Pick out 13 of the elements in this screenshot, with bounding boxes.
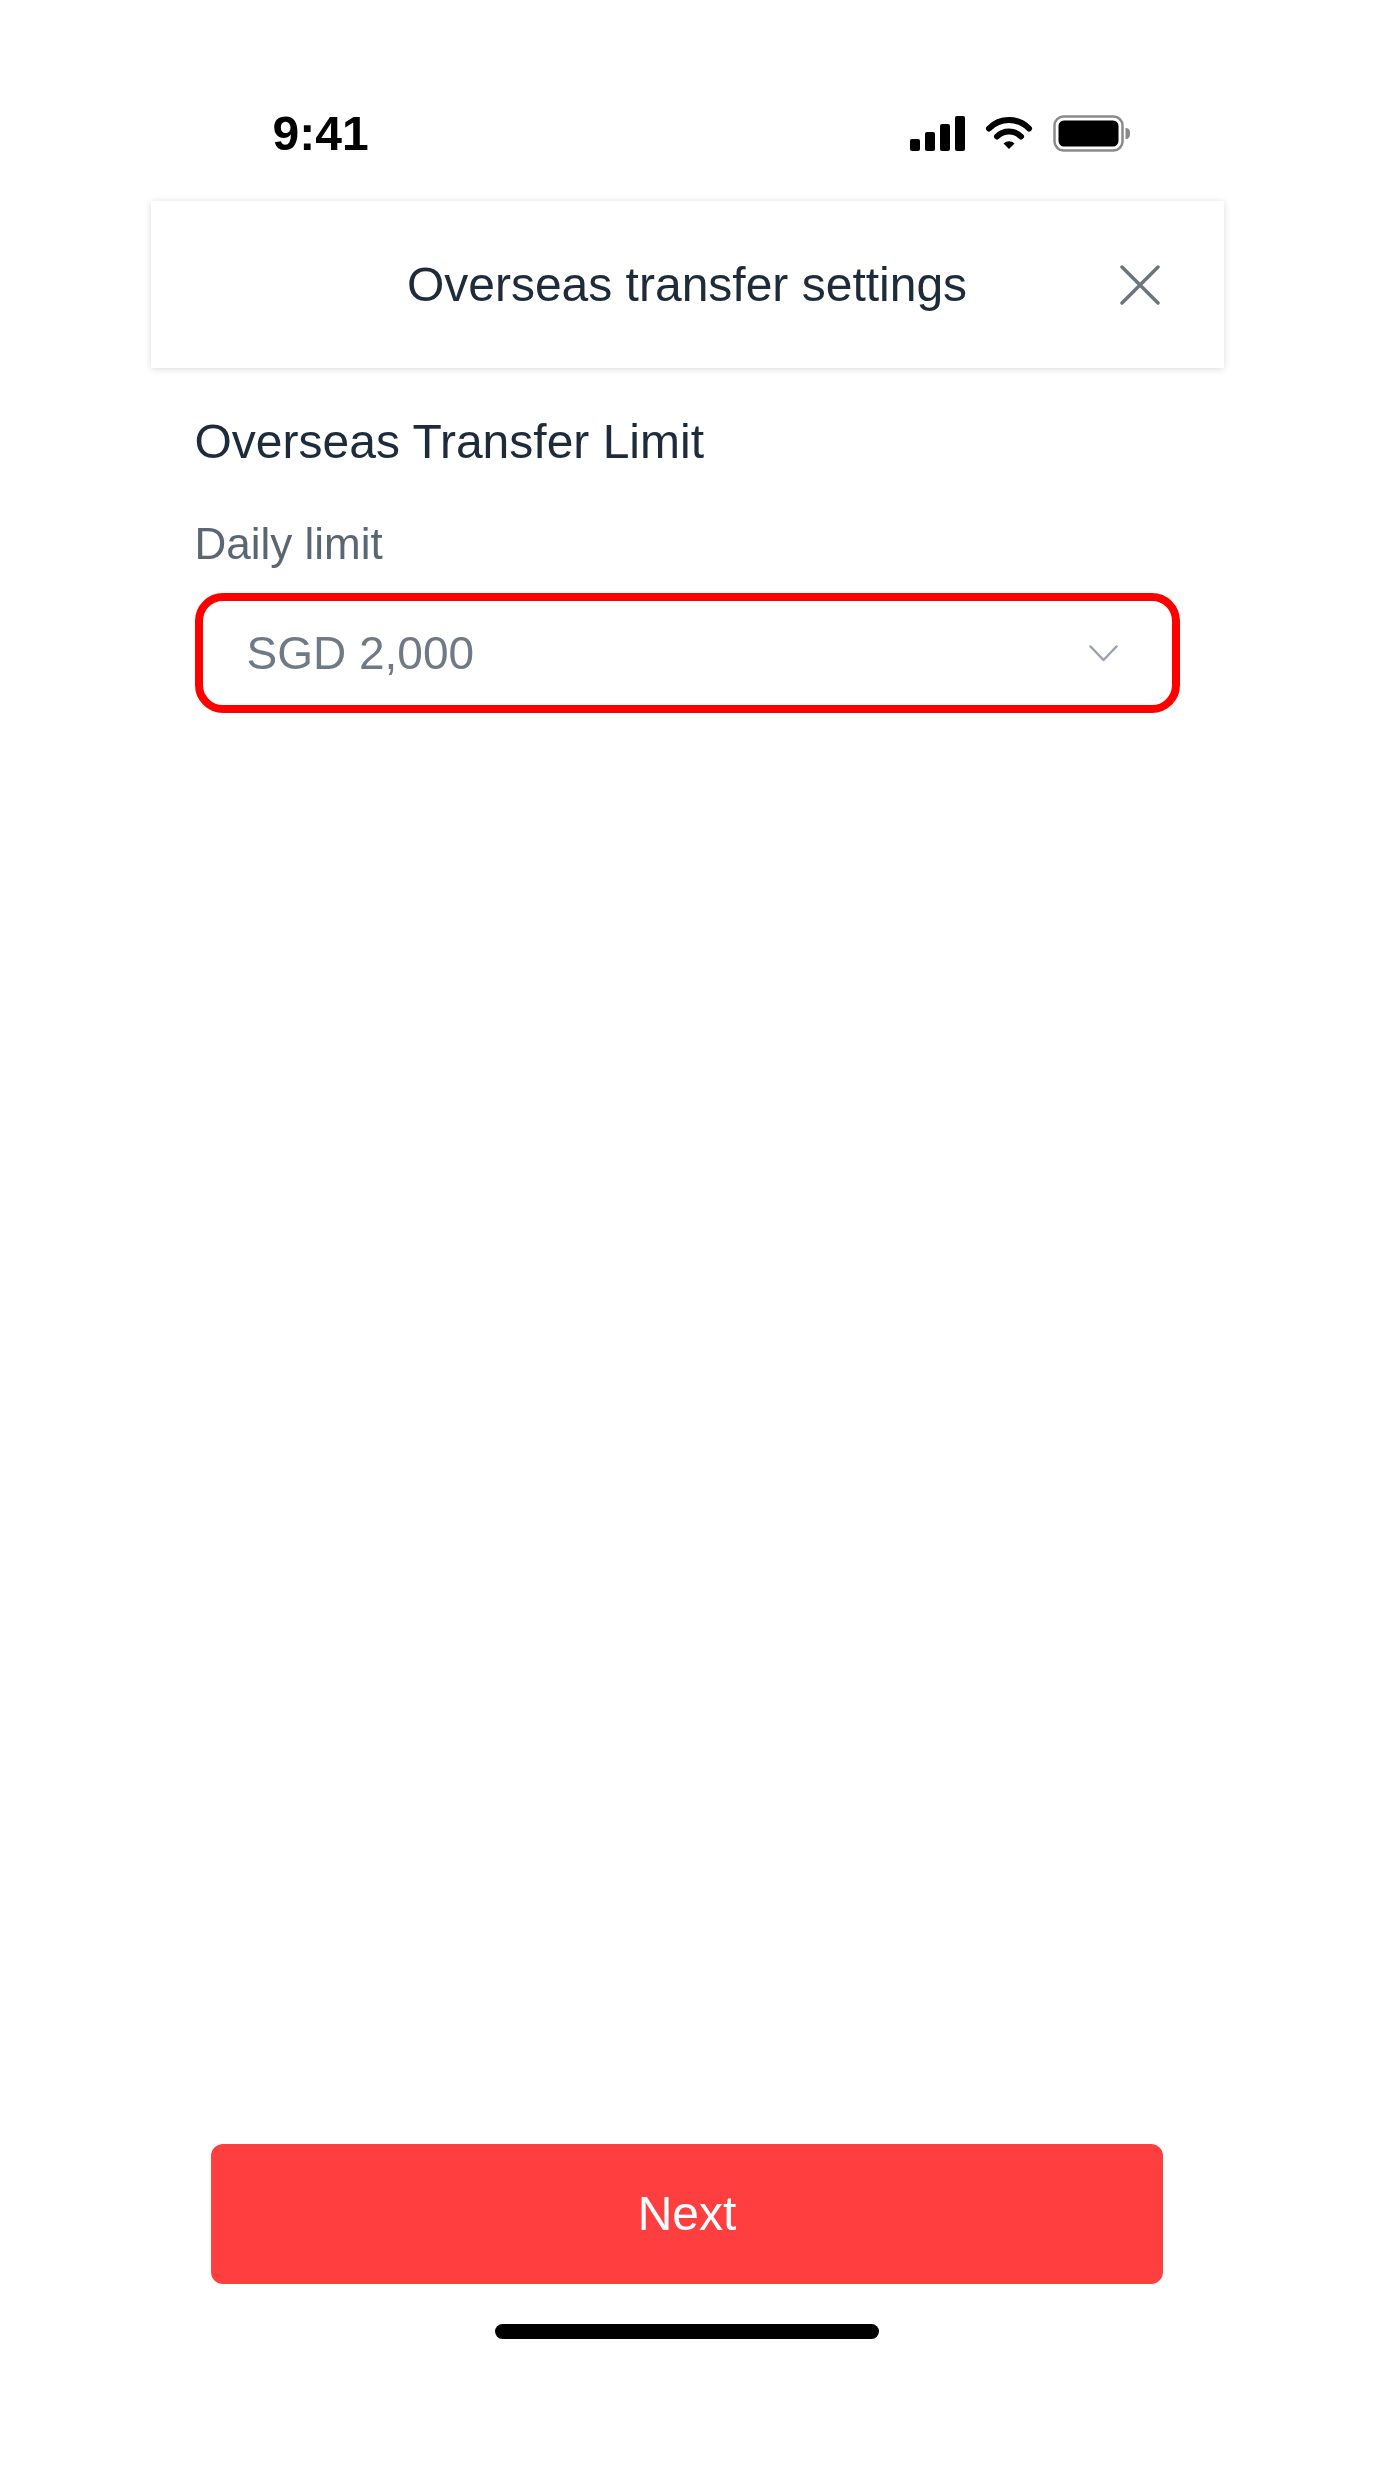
close-button[interactable] — [1119, 264, 1160, 305]
battery-icon — [1052, 114, 1130, 152]
next-button[interactable]: Next — [211, 2144, 1163, 2284]
wifi-icon — [984, 115, 1033, 151]
signal-icon — [909, 115, 965, 151]
field-label: Daily limit — [194, 522, 384, 566]
chevron-down-icon — [1088, 644, 1118, 662]
close-icon — [1119, 264, 1160, 305]
dropdown-value: SGD 2,000 — [246, 630, 475, 676]
status-time: 9:41 — [272, 110, 369, 158]
dropdown-field[interactable]: SGD 2,000 — [194, 593, 1180, 713]
section-title: Overseas Transfer Limit — [194, 418, 705, 466]
screen-title: Overseas transfer settings — [406, 260, 968, 309]
